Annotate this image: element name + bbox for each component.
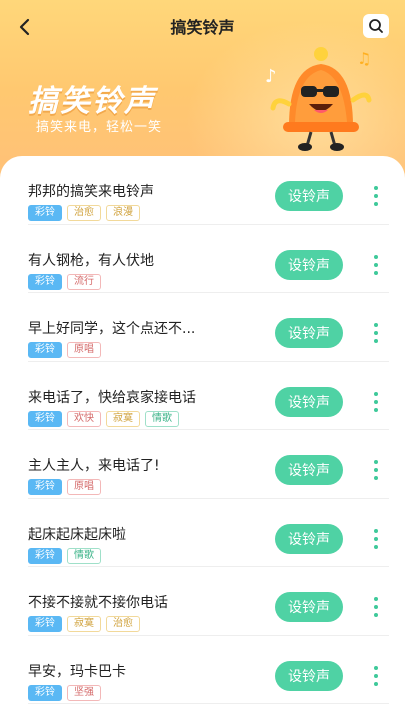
color-ring-tag: 彩铃: [28, 410, 62, 427]
ringtone-row[interactable]: 不接不接就不接你电话 彩铃 寂寞 治愈 设铃声: [28, 567, 389, 636]
search-button[interactable]: [363, 14, 389, 38]
dot: [374, 536, 378, 541]
hero-subtitle: 搞笑来电，轻松一笑: [36, 120, 163, 135]
tag-list: 彩铃 原唱: [28, 342, 101, 358]
ringtone-title: 早安，玛卡巴卡: [28, 663, 126, 680]
ringtone-list: 邦邦的搞笑来电铃声 彩铃 治愈 浪漫 设铃声 有人钢枪，有人伏地 彩铃 流行 设铃声 早上好同学，…: [0, 156, 405, 720]
tag-list: 彩铃 寂寞 治愈: [28, 616, 140, 632]
dot: [374, 339, 378, 343]
more-vertical-icon[interactable]: [363, 252, 389, 278]
dot: [374, 186, 378, 190]
more-vertical-icon[interactable]: [363, 663, 389, 689]
color-ring-tag: 彩铃: [28, 342, 62, 358]
genre-tag: 情歌: [67, 547, 101, 564]
genre-tag: 流行: [67, 273, 101, 290]
set-ringtone-button[interactable]: 设铃声: [275, 523, 343, 554]
genre-tag: 治愈: [67, 205, 101, 221]
set-ringtone-button[interactable]: 设铃声: [275, 318, 343, 348]
ringtone-title: 有人钢枪，有人伏地: [28, 252, 154, 269]
set-ringtone-button[interactable]: 设铃声: [275, 181, 343, 211]
ringtone-title: 来电话了，快给哀家接电话: [28, 389, 196, 406]
genre-tag: 寂寞: [67, 616, 101, 632]
top-bar: 搞笑铃声: [0, 0, 405, 52]
tag-list: 彩铃 坚强: [28, 684, 101, 701]
color-ring-tag: 彩铃: [28, 205, 62, 221]
ringtone-title: 不接不接就不接你电话: [28, 595, 168, 611]
ringtone-row[interactable]: 早安，玛卡巴卡 彩铃 坚强 设铃声: [28, 636, 389, 704]
set-ringtone-button[interactable]: 设铃声: [275, 249, 343, 280]
color-ring-tag: 彩铃: [28, 479, 62, 495]
tag-list: 彩铃 原唱: [28, 479, 101, 495]
ringtone-title: 邦邦的搞笑来电铃声: [28, 184, 154, 200]
set-ringtone-button[interactable]: 设铃声: [275, 455, 343, 485]
dot: [374, 613, 378, 617]
ringtone-row[interactable]: 早上好同学，这个点还不... 彩铃 原唱 设铃声: [28, 293, 389, 362]
dot: [374, 407, 378, 412]
set-ringtone-button[interactable]: 设铃声: [275, 592, 343, 622]
dot: [374, 476, 378, 480]
more-vertical-icon[interactable]: [363, 594, 389, 620]
genre-tag: 治愈: [106, 616, 140, 632]
color-ring-tag: 彩铃: [28, 547, 62, 564]
more-vertical-icon[interactable]: [363, 389, 389, 415]
ringtone-row[interactable]: 邦邦的搞笑来电铃声 彩铃 治愈 浪漫 设铃声: [28, 156, 389, 225]
ringtone-title: 主人主人，来电话了!: [28, 458, 160, 474]
tag-list: 彩铃 治愈 浪漫: [28, 205, 140, 221]
more-vertical-icon[interactable]: [363, 183, 389, 209]
dot: [374, 681, 378, 686]
color-ring-tag: 彩铃: [28, 684, 62, 701]
svg-text:♪: ♪: [265, 66, 277, 87]
color-ring-tag: 彩铃: [28, 616, 62, 632]
dot: [374, 673, 378, 678]
genre-tag: 情歌: [145, 410, 179, 427]
ringtone-row[interactable]: 有人钢枪，有人伏地 彩铃 流行 设铃声: [28, 225, 389, 293]
genre-tag: 欢快: [67, 410, 101, 427]
dot: [374, 202, 378, 206]
set-ringtone-button[interactable]: 设铃声: [275, 660, 343, 691]
dot: [374, 254, 378, 259]
genre-tag: 坚强: [67, 684, 101, 701]
dot: [374, 528, 378, 533]
ringtone-row[interactable]: 来电话了，快给哀家接电话 彩铃 欢快 寂寞 情歌 设铃声: [28, 362, 389, 430]
tag-list: 彩铃 情歌: [28, 547, 101, 564]
dot: [374, 468, 378, 472]
genre-tag: 寂寞: [106, 410, 140, 427]
dot: [374, 399, 378, 404]
dot: [374, 597, 378, 601]
ringtone-title: 早上好同学，这个点还不...: [28, 321, 196, 337]
bell-mascot-icon: ♪ ♫: [259, 34, 379, 158]
dot: [374, 270, 378, 275]
dot: [374, 331, 378, 335]
dot: [374, 665, 378, 670]
ringtone-title: 起床起床起床啦: [28, 526, 126, 543]
color-ring-tag: 彩铃: [28, 273, 62, 290]
dot: [374, 262, 378, 267]
page-title: 搞笑铃声: [170, 18, 235, 37]
ringtone-row[interactable]: 主人主人，来电话了! 彩铃 原唱 设铃声: [28, 430, 389, 499]
hero-title: 搞笑铃声: [28, 84, 156, 119]
more-vertical-icon[interactable]: [363, 526, 389, 552]
genre-tag: 原唱: [67, 479, 101, 495]
more-vertical-icon[interactable]: [363, 320, 389, 346]
dot: [374, 323, 378, 327]
dot: [374, 544, 378, 549]
tag-list: 彩铃 欢快 寂寞 情歌: [28, 410, 179, 427]
dot: [374, 194, 378, 198]
ringtone-row[interactable]: 起床起床起床啦 彩铃 情歌 设铃声: [28, 499, 389, 567]
search-icon: [369, 19, 383, 33]
dot: [374, 605, 378, 609]
dot: [374, 391, 378, 396]
more-vertical-icon[interactable]: [363, 457, 389, 483]
tag-list: 彩铃 流行: [28, 273, 101, 290]
dot: [374, 460, 378, 464]
set-ringtone-button[interactable]: 设铃声: [275, 386, 343, 417]
genre-tag: 浪漫: [106, 205, 140, 221]
genre-tag: 原唱: [67, 342, 101, 358]
